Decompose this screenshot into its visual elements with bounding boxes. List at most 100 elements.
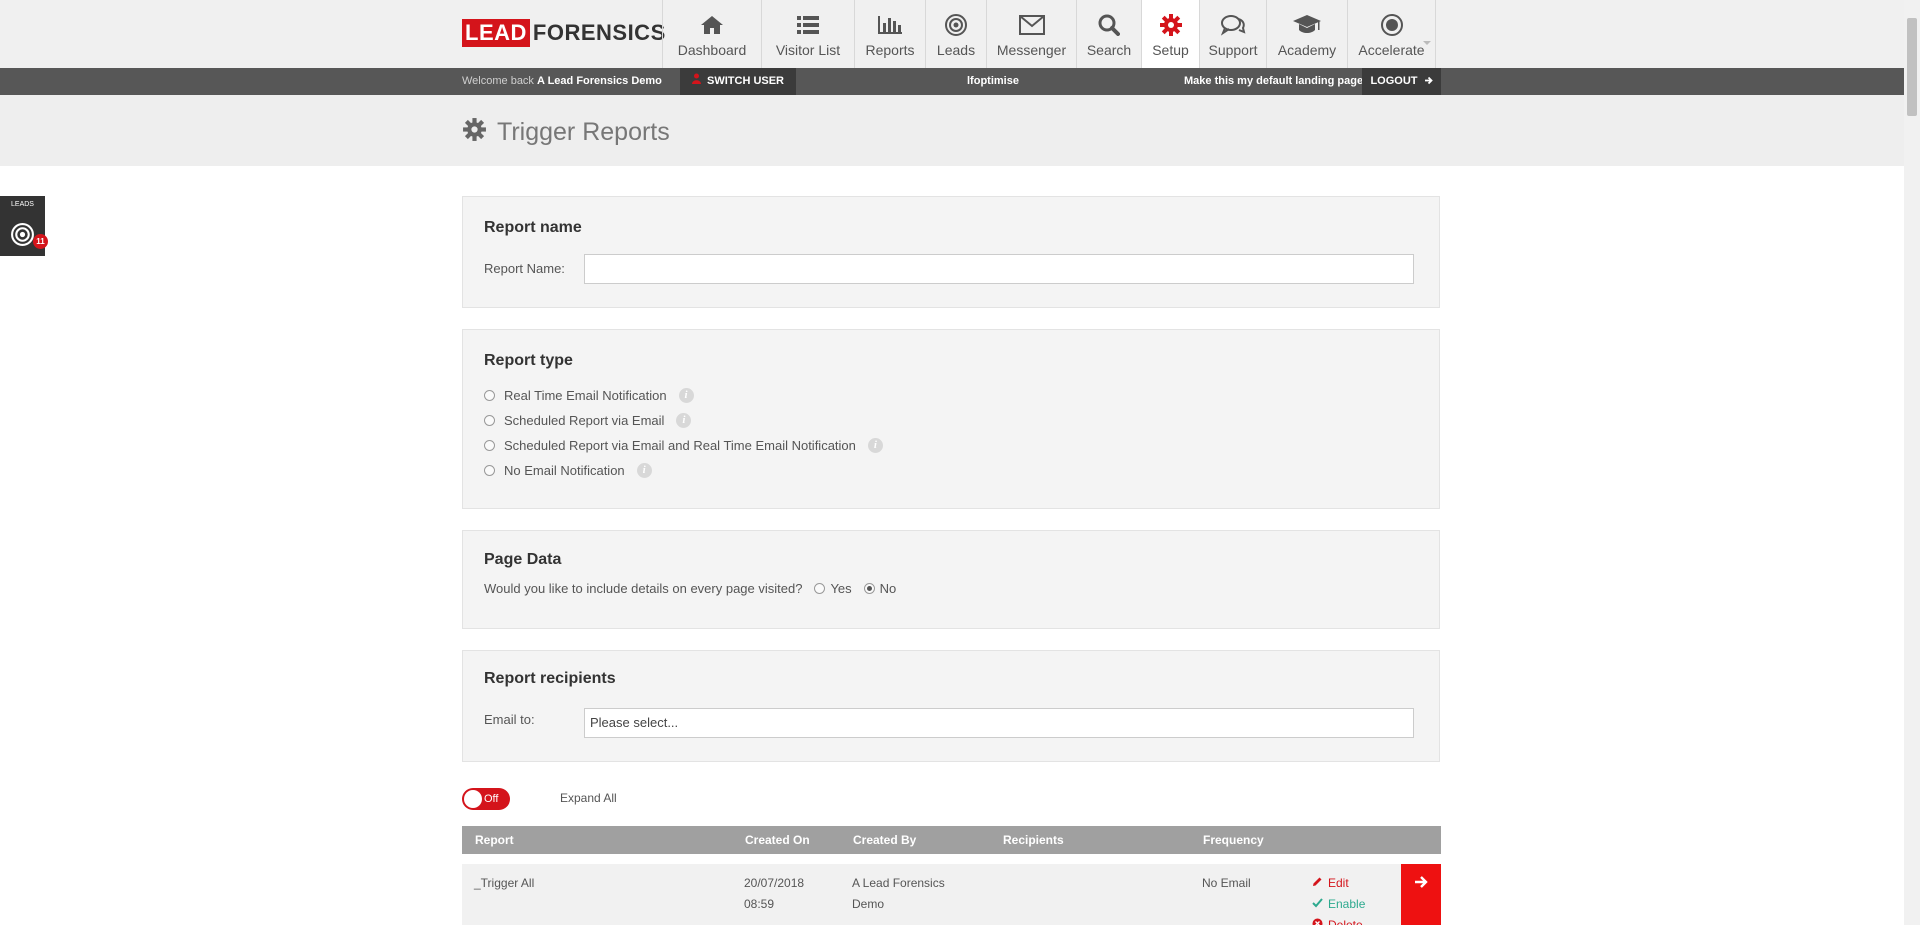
search-icon [1098, 13, 1120, 37]
pencil-icon [1312, 873, 1323, 894]
email-to-label: Email to: [484, 712, 535, 727]
created-date-cell: 20/07/2018 [744, 876, 805, 890]
report-type-option-label: Scheduled Report via Email [504, 413, 665, 428]
lead-forensics-logo[interactable]: LEAD FORENSICS [462, 19, 666, 47]
radio-button[interactable] [484, 440, 495, 451]
page-data-question: Would you like to include details on eve… [484, 581, 803, 596]
nav-reports[interactable]: Reports [855, 0, 926, 68]
report-type-option-no-email[interactable]: No Email Notification i [484, 463, 652, 478]
radio-button[interactable] [814, 583, 826, 594]
nav-setup[interactable]: Setup [1142, 0, 1200, 68]
radio-button[interactable] [484, 465, 495, 476]
bar-chart-icon [877, 13, 903, 37]
report-type-option-label: No Email Notification [504, 463, 625, 478]
nav-accelerate[interactable]: Accelerate [1348, 0, 1436, 68]
nav-academy-label: Academy [1277, 42, 1337, 58]
edit-action[interactable]: Edit [1312, 873, 1365, 894]
page-data-yes-label: Yes [830, 581, 852, 596]
user-icon [692, 68, 701, 95]
enable-action[interactable]: Enable [1312, 894, 1365, 915]
open-report-button[interactable] [1401, 864, 1441, 925]
report-type-option-label: Real Time Email Notification [504, 388, 667, 403]
report-name-cell: _Trigger All [474, 876, 535, 890]
logo-lead-text: LEAD [462, 19, 530, 47]
nav-messenger[interactable]: Messenger [987, 0, 1077, 68]
column-header-created-on[interactable]: Created On [745, 826, 810, 854]
info-icon[interactable]: i [676, 413, 692, 428]
radio-button[interactable] [484, 390, 495, 401]
nav-dashboard[interactable]: Dashboard [663, 0, 762, 68]
frequency-cell: No Email [1202, 876, 1251, 890]
column-header-recipients[interactable]: Recipients [1003, 826, 1064, 854]
switch-user-button[interactable]: SWITCH USER [680, 68, 796, 95]
nav-visitor-list[interactable]: Visitor List [762, 0, 855, 68]
expand-all-link[interactable]: Expand All [560, 791, 617, 805]
report-name-title: Report name [484, 219, 582, 236]
nav-support-label: Support [1208, 42, 1258, 58]
report-type-option-scheduled[interactable]: Scheduled Report via Email i [484, 413, 692, 428]
welcome-prefix: Welcome back [462, 75, 534, 87]
envelope-icon [1018, 13, 1045, 37]
report-recipients-panel: Report recipients Email to: Please selec… [462, 650, 1440, 762]
nav-leads[interactable]: Leads [926, 0, 987, 68]
edit-label: Edit [1328, 876, 1349, 890]
radio-button[interactable] [484, 415, 495, 426]
page-data-panel: Page Data Would you like to include deta… [462, 530, 1440, 629]
check-icon [1312, 894, 1323, 915]
target-icon [944, 13, 968, 37]
default-landing-link[interactable]: Make this my default landing page [1184, 68, 1363, 95]
report-type-panel: Report type Real Time Email Notification… [462, 329, 1440, 509]
info-icon[interactable]: i [678, 388, 694, 403]
report-type-title: Report type [484, 352, 573, 369]
page-header: Trigger Reports [0, 95, 1904, 166]
lfoptimise-link[interactable]: lfoptimise [967, 68, 1019, 95]
column-header-created-by[interactable]: Created By [853, 826, 916, 854]
column-header-report[interactable]: Report [475, 826, 514, 854]
leads-widget[interactable]: LEADS 11 [0, 196, 48, 256]
info-icon[interactable]: i [636, 463, 652, 478]
created-by-cell-line2: Demo [852, 897, 885, 911]
off-toggle[interactable]: Off [462, 788, 510, 810]
top-navigation: LEAD FORENSICS Dashboard Visitor List Re… [0, 0, 1904, 68]
email-to-select[interactable]: Please select... [584, 708, 1414, 738]
delete-circle-icon [1312, 915, 1323, 925]
graduation-cap-icon [1292, 13, 1322, 37]
current-user-name: A Lead Forensics Demo [537, 75, 662, 87]
report-name-panel: Report name Report Name: [462, 196, 1440, 308]
page-data-option-no[interactable]: No [863, 581, 897, 596]
report-name-input[interactable] [584, 254, 1414, 284]
report-type-option-real-time[interactable]: Real Time Email Notification i [484, 388, 694, 403]
nav-accelerate-label: Accelerate [1358, 42, 1425, 58]
page-scrollbar[interactable] [1904, 0, 1920, 925]
delete-label: Delete [1328, 918, 1363, 925]
logout-button[interactable]: LOGOUT [1362, 68, 1441, 95]
nav-search[interactable]: Search [1077, 0, 1142, 68]
report-type-option-label: Scheduled Report via Email and Real Time… [504, 438, 856, 453]
nav-leads-label: Leads [936, 42, 976, 58]
info-icon[interactable]: i [867, 438, 883, 453]
report-name-label: Report Name: [484, 261, 565, 276]
nav-visitor-list-label: Visitor List [775, 42, 841, 58]
delete-action[interactable]: Delete [1312, 915, 1365, 925]
report-type-option-scheduled-and-real-time[interactable]: Scheduled Report via Email and Real Time… [484, 438, 883, 453]
nav-academy[interactable]: Academy [1267, 0, 1348, 68]
target-icon [10, 222, 35, 252]
arrow-right-icon [1414, 875, 1428, 892]
logout-label: LOGOUT [1370, 75, 1418, 87]
page-data-title: Page Data [484, 551, 562, 568]
chat-bubbles-icon [1220, 13, 1246, 37]
page-data-option-yes[interactable]: Yes [814, 581, 852, 596]
scrollbar-thumb[interactable] [1907, 18, 1917, 116]
switch-user-label: SWITCH USER [707, 75, 784, 87]
toggle-knob [464, 790, 482, 808]
nav-support[interactable]: Support [1200, 0, 1267, 68]
welcome-message: Welcome back A Lead Forensics Demo [462, 68, 662, 95]
radio-button-selected[interactable] [863, 583, 875, 594]
nav-messenger-label: Messenger [996, 42, 1067, 58]
page-data-no-label: No [879, 581, 897, 596]
accelerate-icon [1380, 13, 1404, 37]
nav-dashboard-label: Dashboard [677, 42, 747, 58]
column-header-frequency[interactable]: Frequency [1203, 826, 1264, 854]
reports-table-header: Report Created On Created By Recipients … [462, 826, 1441, 854]
created-by-cell: A Lead Forensics [852, 876, 945, 890]
